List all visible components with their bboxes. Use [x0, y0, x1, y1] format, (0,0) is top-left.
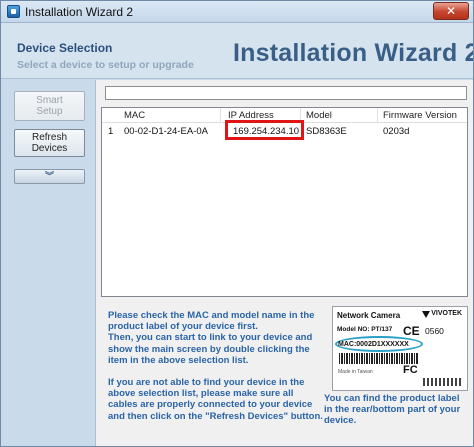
installation-wizard-window: Installation Wizard 2 ✕ Device Selection…	[0, 0, 474, 447]
refresh-devices-button[interactable]: Refresh Devices	[14, 129, 85, 157]
label-mac: MAC:0002D1XXXXXX	[338, 341, 409, 348]
label-made-in: Made in Taiwan	[338, 369, 373, 375]
product-label-image: Network Camera VIVOTEK Model NO: PT/137 …	[332, 306, 468, 391]
header-band: Device Selection Select a device to setu…	[1, 23, 473, 79]
row-model: SD8363E	[306, 126, 347, 137]
label-brand: VIVOTEK	[431, 310, 462, 317]
title-bar[interactable]: Installation Wizard 2 ✕	[1, 1, 473, 23]
fcc-mark-icon: FC	[403, 364, 418, 376]
row-firmware: 0203d	[383, 126, 410, 137]
label-cert: 0560	[425, 326, 444, 336]
expand-button[interactable]: ︾	[14, 169, 85, 184]
barcode-icon	[339, 353, 419, 364]
page-title: Device Selection	[17, 41, 113, 55]
refresh-label-2: Devices	[31, 143, 68, 154]
ip-highlight-box	[225, 120, 304, 140]
column-header-model[interactable]: Model	[306, 110, 332, 121]
device-list[interactable]: MAC IP Address Model Firmware Version 1 …	[101, 107, 468, 297]
device-filter-field[interactable]	[105, 86, 467, 100]
smart-setup-button[interactable]: Smart Setup	[14, 91, 85, 121]
vivotek-logo-icon	[422, 311, 430, 318]
column-header-firmware[interactable]: Firmware Version	[383, 110, 457, 121]
main-panel: MAC IP Address Model Firmware Version 1 …	[95, 80, 473, 446]
row-mac: 00-02-D1-24-EA-0A	[124, 126, 208, 137]
instructions-line-1: Please check the MAC and model name in t…	[108, 310, 315, 333]
column-header-mac[interactable]: MAC	[124, 110, 145, 121]
smart-setup-label-1: Smart	[36, 95, 63, 106]
page-subtitle: Select a device to setup or upgrade	[17, 59, 194, 71]
window-title: Installation Wizard 2	[25, 5, 134, 19]
ce-mark-icon: CE	[403, 324, 420, 338]
row-index: 1	[108, 126, 114, 137]
smart-setup-label-2: Setup	[36, 106, 63, 117]
instructions-text: Please check the MAC and model name in t…	[108, 310, 323, 433]
label-model: Model NO: PT/137	[337, 326, 393, 333]
label-hint-text: You can find the product label in the re…	[324, 393, 461, 427]
instructions-line-2: Then, you can start to link to your devi…	[108, 332, 313, 366]
column-separator	[220, 108, 221, 123]
left-sidebar: Smart Setup Refresh Devices ︾	[1, 80, 95, 446]
instructions-para-2: If you are not able to find your device …	[108, 377, 323, 422]
instructions-para-1: Please check the MAC and model name in t…	[108, 310, 323, 366]
label-title: Network Camera	[337, 311, 401, 320]
wizard-logo-title: Installation Wizard 2	[233, 39, 474, 67]
close-button[interactable]: ✕	[433, 2, 469, 20]
column-separator	[377, 108, 378, 123]
refresh-label-1: Refresh	[31, 132, 67, 143]
label-stripes	[423, 378, 463, 386]
app-icon	[7, 5, 20, 18]
double-chevron-down-icon: ︾	[44, 171, 54, 181]
